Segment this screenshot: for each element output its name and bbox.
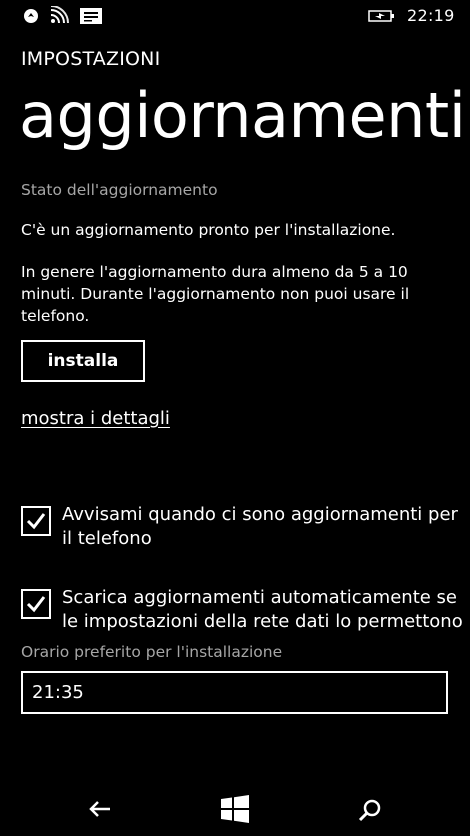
nfc-icon [24, 9, 38, 23]
battery-charging-icon [368, 10, 394, 22]
install-button[interactable]: installa [21, 340, 145, 382]
navigation-bar [0, 784, 470, 836]
app-title: IMPOSTAZIONI [21, 48, 161, 70]
update-info-text: In genere l'aggiornamento dura almeno da… [21, 263, 410, 325]
status-time: 22:19 [407, 6, 455, 25]
checkmark-icon [26, 513, 46, 530]
auto-download-checkbox[interactable] [21, 589, 51, 619]
back-arrow-icon [89, 801, 110, 817]
checkmark-icon [26, 596, 46, 613]
windows-start-icon [221, 795, 249, 823]
update-status-label: Stato dell'aggiornamento [21, 181, 218, 199]
start-button[interactable] [195, 784, 275, 836]
notify-updates-checkbox[interactable] [21, 506, 51, 536]
status-bar: 22:19 [0, 0, 470, 34]
show-details-link[interactable]: mostra i dettagli [21, 408, 170, 429]
auto-download-label-line1: Scarica aggiornamenti automaticamente se [62, 587, 457, 608]
wifi-icon [50, 6, 69, 24]
notify-updates-label: Avvisami quando ci sono aggiornamenti pe… [62, 503, 470, 551]
notify-updates-checkbox-row[interactable]: Avvisami quando ci sono aggiornamenti pe… [21, 503, 470, 555]
back-button[interactable] [60, 784, 140, 836]
update-status-text: C'è un aggiornamento pronto per l'instal… [21, 221, 396, 239]
auto-download-label-line2: le impostazioni della rete dati lo perme… [62, 611, 463, 632]
notify-updates-label-line1: Avvisami quando ci sono aggiornamenti pe… [62, 504, 458, 525]
install-time-field[interactable]: 21:35 [21, 671, 448, 714]
auto-download-label: Scarica aggiornamenti automaticamente se… [62, 586, 470, 634]
notify-updates-label-line2: il telefono [62, 528, 152, 549]
auto-download-checkbox-row[interactable]: Scarica aggiornamenti automaticamente se… [21, 586, 470, 638]
notification-icon [80, 8, 102, 24]
search-icon [358, 799, 381, 822]
install-time-label: Orario preferito per l'installazione [21, 643, 283, 661]
page-title: aggiornamenti [19, 79, 466, 152]
search-button[interactable] [330, 784, 410, 836]
